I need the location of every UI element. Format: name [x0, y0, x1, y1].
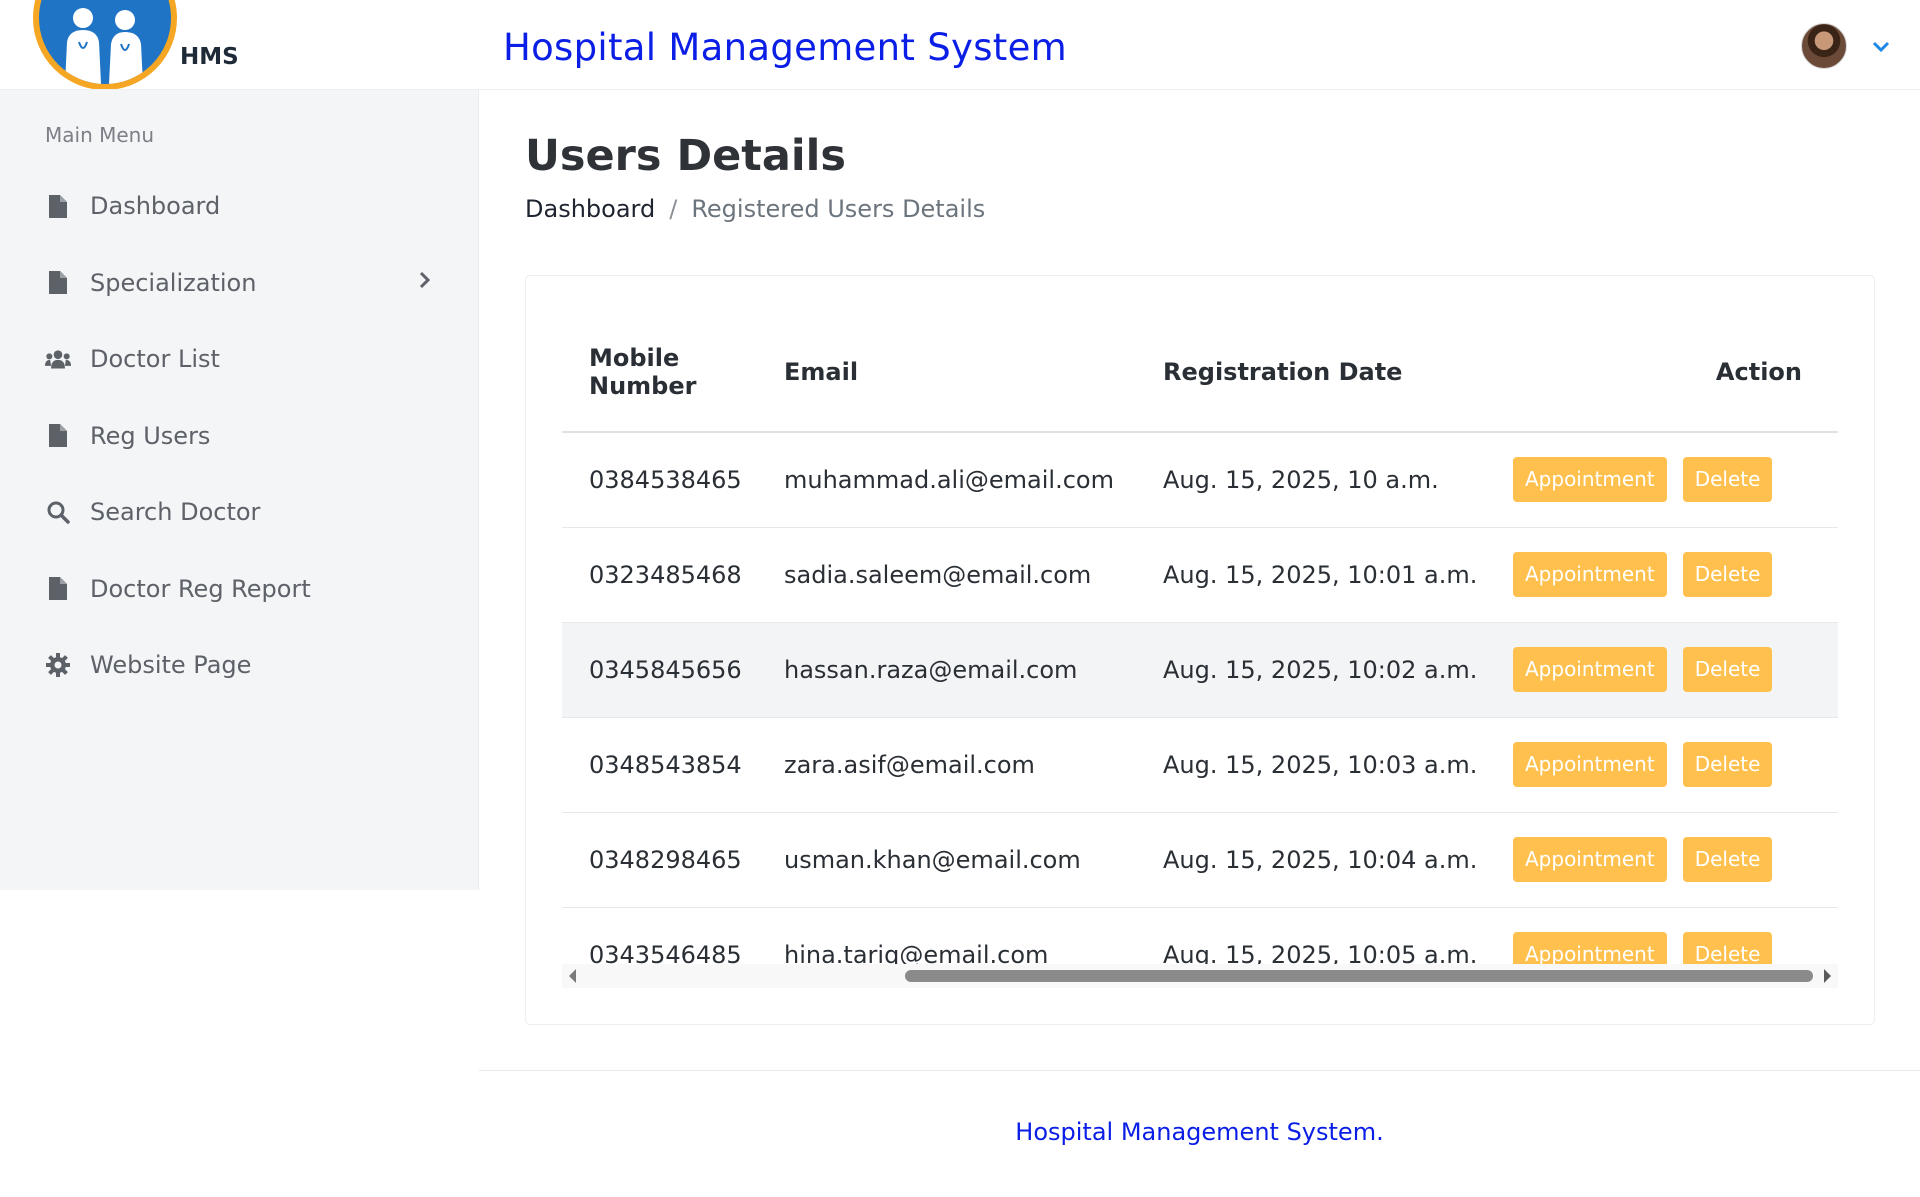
column-header-registration-date: Registration Date	[1163, 312, 1483, 433]
scrollbar-thumb[interactable]	[905, 970, 1813, 982]
scroll-left-arrow-icon[interactable]	[567, 968, 577, 988]
table-header-row: Mobile Number Email Registration Date Ac…	[562, 312, 1838, 433]
cell-registration-date: Aug. 15, 2025, 10:02 a.m.	[1163, 622, 1483, 718]
sidebar-item-dashboard[interactable]: Dashboard	[0, 168, 479, 245]
users-icon	[45, 346, 71, 372]
gear-icon	[45, 652, 71, 678]
table-scroll-container: Mobile Number Email Registration Date Ac…	[562, 312, 1838, 988]
page-title: Users Details	[525, 131, 846, 181]
table-row: 0323485468 sadia.saleem@email.com Aug. 1…	[562, 527, 1838, 623]
horizontal-scrollbar[interactable]	[562, 964, 1838, 988]
cell-actions: Appointment Delete	[1483, 432, 1838, 528]
chevron-right-icon[interactable]	[418, 271, 431, 293]
avatar[interactable]	[1801, 23, 1847, 69]
cell-registration-date: Aug. 15, 2025, 10 a.m.	[1163, 432, 1483, 528]
users-table: Mobile Number Email Registration Date Ac…	[562, 312, 1838, 988]
file-icon	[45, 193, 71, 219]
appointment-button[interactable]: Appointment	[1513, 552, 1667, 597]
cell-registration-date: Aug. 15, 2025, 10:04 a.m.	[1163, 812, 1483, 908]
menu-title: Main Menu	[45, 123, 155, 147]
breadcrumb: Dashboard / Registered Users Details	[525, 195, 985, 223]
file-icon	[45, 423, 71, 449]
cell-mobile: 0384538465	[562, 432, 784, 528]
appointment-button[interactable]: Appointment	[1513, 457, 1667, 503]
cell-actions: Appointment Delete	[1483, 622, 1838, 718]
appointment-button[interactable]: Appointment	[1513, 647, 1667, 692]
table-row: 0384538465 muhammad.ali@email.com Aug. 1…	[562, 432, 1838, 528]
hms-logo[interactable]	[33, 0, 177, 89]
cell-mobile: 0348298465	[562, 812, 784, 908]
sidebar-item-reg-users[interactable]: Reg Users	[0, 398, 479, 475]
sidebar-item-website-page[interactable]: Website Page	[0, 627, 479, 704]
appointment-button[interactable]: Appointment	[1513, 742, 1667, 787]
column-header-mobile: Mobile Number	[562, 312, 784, 433]
cell-email: sadia.saleem@email.com	[784, 527, 1163, 623]
sidebar-item-doctor-reg-report[interactable]: Doctor Reg Report	[0, 551, 479, 628]
cell-mobile: 0348543854	[562, 717, 784, 813]
delete-button[interactable]: Delete	[1682, 457, 1773, 503]
chevron-down-icon[interactable]	[1872, 38, 1890, 57]
cell-email: zara.asif@email.com	[784, 717, 1163, 813]
sidebar-item-label: Dashboard	[90, 192, 221, 221]
sidebar-menu: Dashboard Specialization Doctor List Reg…	[0, 168, 479, 704]
appointment-button[interactable]: Appointment	[1513, 837, 1667, 882]
sidebar: HMS Main Menu Dashboard Specialization D…	[0, 0, 479, 890]
logo-area: HMS	[0, 0, 479, 90]
sidebar-item-label: Doctor Reg Report	[90, 574, 311, 603]
table-row: 0348298465 usman.khan@email.com Aug. 15,…	[562, 812, 1838, 908]
users-table-card: Mobile Number Email Registration Date Ac…	[525, 275, 1875, 1025]
cell-actions: Appointment Delete	[1483, 527, 1838, 623]
breadcrumb-current: Registered Users Details	[691, 195, 986, 223]
cell-email: usman.khan@email.com	[784, 812, 1163, 908]
sidebar-item-label: Specialization	[90, 268, 257, 297]
footer-divider	[479, 1070, 1920, 1071]
delete-button[interactable]: Delete	[1682, 552, 1773, 597]
file-icon	[45, 270, 71, 296]
delete-button[interactable]: Delete	[1682, 647, 1773, 692]
cell-registration-date: Aug. 15, 2025, 10:03 a.m.	[1163, 717, 1483, 813]
cell-actions: Appointment Delete	[1483, 812, 1838, 908]
sidebar-item-doctor-list[interactable]: Doctor List	[0, 321, 479, 398]
sidebar-item-label: Reg Users	[90, 421, 211, 450]
cell-registration-date: Aug. 15, 2025, 10:01 a.m.	[1163, 527, 1483, 623]
top-header: Hospital Management System	[479, 0, 1920, 90]
table-row: 0345845656 hassan.raza@email.com Aug. 15…	[562, 622, 1838, 718]
cell-mobile: 0323485468	[562, 527, 784, 623]
footer-text: Hospital Management System.	[1015, 1118, 1384, 1146]
search-icon	[45, 499, 71, 525]
sidebar-item-specialization[interactable]: Specialization	[0, 245, 479, 322]
sidebar-item-label: Website Page	[90, 651, 252, 680]
doctors-icon	[65, 8, 143, 84]
breadcrumb-separator: /	[669, 195, 678, 223]
breadcrumb-dashboard-link[interactable]: Dashboard	[525, 195, 655, 223]
logo-text: HMS	[180, 44, 239, 70]
scroll-right-arrow-icon[interactable]	[1823, 968, 1833, 988]
cell-email: hassan.raza@email.com	[784, 622, 1163, 718]
sidebar-item-label: Search Doctor	[90, 498, 261, 527]
column-header-email: Email	[784, 312, 1163, 433]
sidebar-item-label: Doctor List	[90, 345, 220, 374]
column-header-action: Action	[1483, 312, 1838, 433]
sidebar-item-search-doctor[interactable]: Search Doctor	[0, 474, 479, 551]
cell-mobile: 0345845656	[562, 622, 784, 718]
cell-actions: Appointment Delete	[1483, 717, 1838, 813]
file-icon	[45, 576, 71, 602]
delete-button[interactable]: Delete	[1682, 742, 1773, 787]
table-row: 0348543854 zara.asif@email.com Aug. 15, …	[562, 717, 1838, 813]
app-title[interactable]: Hospital Management System	[503, 26, 1067, 69]
cell-email: muhammad.ali@email.com	[784, 432, 1163, 528]
delete-button[interactable]: Delete	[1682, 837, 1773, 882]
